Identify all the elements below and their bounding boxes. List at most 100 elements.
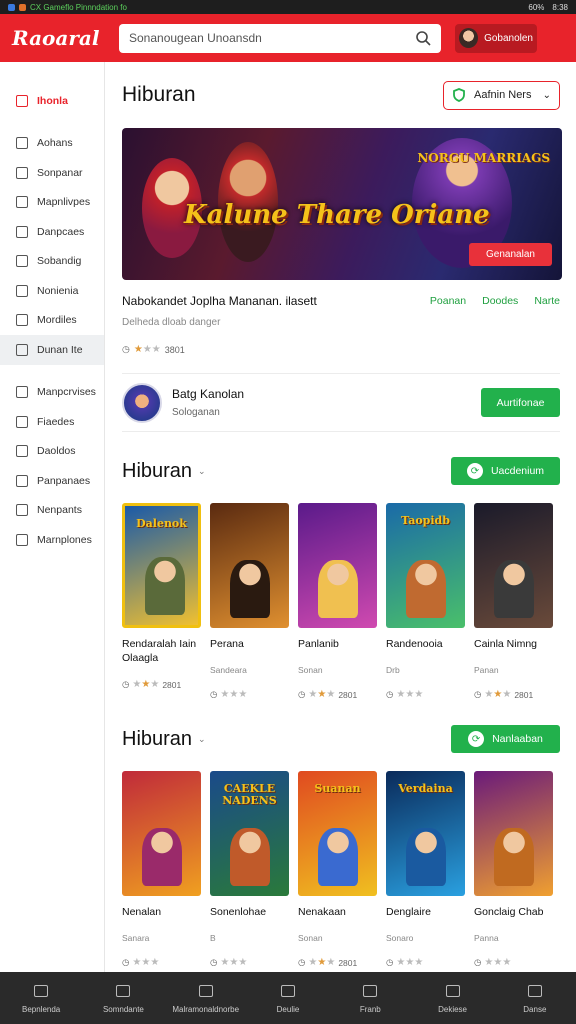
game-thumbnail[interactable] [122,771,201,896]
game-rating: ◷ ★★★ 2801 [298,957,377,968]
game-rating: ◷ ★★★ [210,957,289,968]
shield-check-icon [453,88,465,102]
filter-dropdown[interactable]: Aafnin Ners ⌄ [443,80,560,110]
game-card[interactable]: Verdaina Denglaire Sonaro ◷ ★★★ [386,771,465,968]
game-card[interactable]: Nenalan Sanara ◷ ★★★ [122,771,201,968]
game-thumbnail[interactable]: CAEKLE NADENS [210,771,289,896]
sidebar-item-label: Marnplones [37,533,92,546]
sidebar-item[interactable]: Ihonla [0,86,104,116]
game-subtitle: Panna [474,933,499,943]
sidebar-item-label: Mapnlivpes [37,196,91,209]
section-title[interactable]: Hiburan ⌄ [122,728,206,751]
search-bar[interactable] [119,23,441,53]
sidebar-item-label: Mordiles [37,314,77,327]
building-icon [16,284,28,297]
section-button[interactable]: ⟳ Nanlaaban [451,725,560,753]
game-name[interactable]: Nenalan [122,905,201,933]
page-title: Hiburan [122,83,196,106]
sidebar-item[interactable]: Danpcaes [0,217,104,247]
game-name[interactable]: Sonenlohae [210,905,289,933]
bottom-nav-item[interactable]: Dekiese [411,985,493,1014]
game-name[interactable]: Gonclaig Chab [474,905,553,933]
rating-stars: ★★★ [484,957,512,968]
featured-link[interactable]: Narte [534,295,560,307]
game-thumbnail[interactable]: Taopidb [386,503,465,628]
game-character-art [230,828,270,886]
featured-title[interactable]: Nabokandet Joplha Mananan. ilasett [122,294,430,308]
sidebar-item[interactable]: Dunan Ite [0,335,104,365]
user-menu[interactable]: Gobanolen [455,23,537,53]
sidebar-item[interactable]: Daoldos [0,437,104,467]
game-card[interactable]: Suanan Nenakaan Sonan ◷ ★★★ 2801 [298,771,377,968]
game-character-art [406,560,446,618]
featured-rating: ◷ ★★★ 3801 [122,344,560,355]
sidebar-item[interactable]: Sobandig [0,247,104,277]
bottom-nav-item[interactable]: Deulie [247,985,329,1014]
game-card[interactable]: Dalenok Rendaralah Iain Olaagla ◷ ★★★ 2801 [122,503,201,700]
featured-link[interactable]: Doodes [482,295,518,307]
camera-icon [16,314,28,327]
rating-stars: ★★★ [484,689,512,700]
game-rating: ◷ ★★★ [386,957,465,968]
hero-button[interactable]: Genanalan [469,243,552,266]
game-card[interactable]: Perana Sandeara ◷ ★★★ [210,503,289,700]
game-card[interactable]: Cainla Nimng Panan ◷ ★★★ 2801 [474,503,553,700]
game-card[interactable]: Gonclaig Chab Panna ◷ ★★★ [474,771,553,968]
section-title[interactable]: Hiburan ⌄ [122,460,206,483]
bottom-nav-item[interactable]: Bepnlenda [0,985,82,1014]
sidebar-item[interactable]: Nenpants [0,496,104,526]
sidebar-item[interactable]: Mordiles [0,306,104,336]
sidebar-item[interactable]: Manpcrvises [0,378,104,408]
clock-icon: ◷ [386,957,394,967]
app-logo[interactable]: Raoaral [12,26,112,50]
game-name[interactable]: Nenakaan [298,905,377,933]
sidebar-item-label: Fiaedes [37,415,75,428]
game-thumbnail[interactable] [474,503,553,628]
game-card[interactable]: CAEKLE NADENS Sonenlohae B ◷ ★★★ [210,771,289,968]
hero-banner[interactable]: Kalune Thare Oriane NORGU MARRIAGS Genan… [122,128,562,280]
chart-icon [16,166,28,179]
game-thumbnail[interactable] [298,503,377,628]
featured-link[interactable]: Poanan [430,295,466,307]
bottom-nav-item[interactable]: Franb [329,985,411,1014]
follow-button[interactable]: Aurtifonae [481,388,560,417]
home-icon [34,985,49,997]
section-title-text: Hiburan [122,727,193,750]
sidebar-item[interactable]: Mapnlivpes [0,188,104,218]
sidebar-item[interactable]: Aohans [0,129,104,159]
search-icon[interactable] [415,30,431,46]
user-icon [16,255,28,268]
game-card[interactable]: Panlanib Sonan ◷ ★★★ 2801 [298,503,377,700]
section-button[interactable]: ⟳ Uacdenium [451,457,560,485]
game-name[interactable]: Rendaralah Iain Olaagla [122,637,201,665]
game-name[interactable]: Perana [210,637,289,665]
game-name[interactable]: Denglaire [386,905,465,933]
chevron-down-icon: ⌄ [542,89,551,101]
sidebar-item[interactable]: Panpanaes [0,466,104,496]
search-input[interactable] [129,31,415,45]
bottom-nav-item[interactable]: Somndante [82,985,164,1014]
bottom-nav-item[interactable]: Danse [494,985,576,1014]
game-thumbnail[interactable]: Suanan [298,771,377,896]
sidebar-item[interactable]: Fiaedes [0,407,104,437]
rating-stars: ★★★ [132,679,160,690]
bottom-nav-label: Bepnlenda [22,1005,61,1014]
avatar [459,28,479,48]
sidebar-item[interactable]: Nonienia [0,276,104,306]
game-subtitle: Panan [474,665,499,675]
game-card[interactable]: Taopidb Randenooia Drb ◷ ★★★ [386,503,465,700]
developer-name[interactable]: Batg Kanolan [172,387,481,401]
game-name[interactable]: Cainla Nimng [474,637,553,665]
house-icon [116,985,131,997]
bottom-nav-item[interactable]: Malramonaldnorbe [165,985,247,1014]
game-thumbnail[interactable]: Dalenok [122,503,201,628]
sidebar-item[interactable]: Marnplones [0,525,104,555]
developer-avatar[interactable] [122,382,162,423]
game-thumbnail-title: Dalenok [136,517,187,530]
game-name[interactable]: Panlanib [298,637,377,665]
sidebar-item[interactable]: Sonpanar [0,158,104,188]
game-thumbnail[interactable] [474,771,553,896]
game-thumbnail[interactable]: Verdaina [386,771,465,896]
game-thumbnail[interactable] [210,503,289,628]
game-name[interactable]: Randenooia [386,637,465,665]
